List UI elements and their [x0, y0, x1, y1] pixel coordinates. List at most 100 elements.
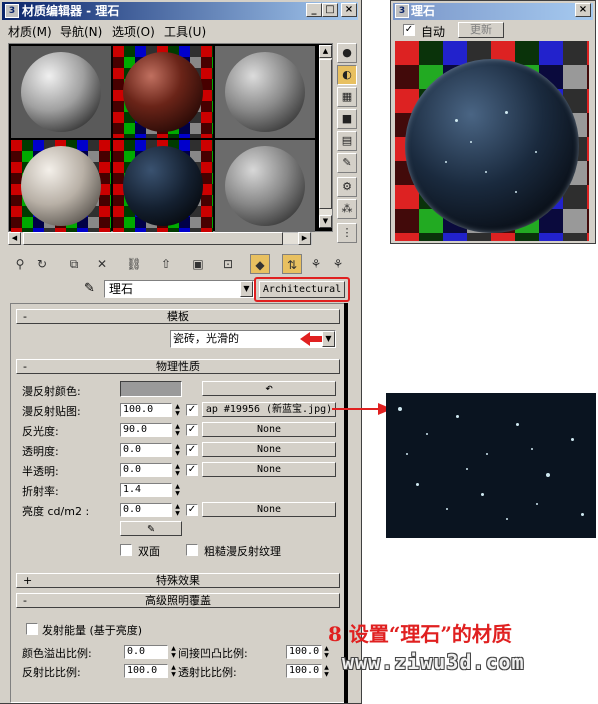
- diffuse-map-amount[interactable]: 100.0: [120, 403, 172, 417]
- maximize-button[interactable]: □: [322, 3, 338, 17]
- scroll-left-icon[interactable]: ◀: [8, 232, 21, 245]
- scroll-up-icon[interactable]: ▲: [319, 45, 332, 58]
- menu-utilities[interactable]: 工具(U): [164, 23, 206, 40]
- emit-energy-checkbox[interactable]: [26, 623, 38, 635]
- scroll-right-icon[interactable]: ▶: [298, 232, 311, 245]
- translucency-map-button[interactable]: None: [202, 462, 336, 477]
- color-bleed-amount[interactable]: 0.0: [124, 645, 168, 659]
- spinner-icon[interactable]: ▲ ▼: [169, 645, 178, 659]
- video-color-check-icon[interactable]: ▤: [337, 131, 357, 151]
- rough-diffuse-checkbox[interactable]: [186, 544, 198, 556]
- material-name-input[interactable]: 理石: [104, 280, 256, 298]
- slots-vertical-scrollbar[interactable]: ▲ ▼: [319, 45, 332, 228]
- spinner-icon[interactable]: ▲ ▼: [173, 463, 182, 477]
- two-sided-checkbox[interactable]: [120, 544, 132, 556]
- sample-slot-3[interactable]: [215, 46, 315, 138]
- sparkle: [446, 508, 448, 510]
- auto-update-label: 自动: [421, 25, 446, 39]
- put-to-library-icon[interactable]: ⇧: [156, 254, 176, 274]
- material-type-button[interactable]: Architectural: [254, 277, 350, 302]
- luminance-checkbox[interactable]: ✓: [186, 504, 198, 516]
- transmittance-amount[interactable]: 100.0: [286, 664, 322, 678]
- make-unique-icon[interactable]: ⛓: [124, 254, 144, 274]
- spinner-icon[interactable]: ▲ ▼: [173, 483, 182, 497]
- transparency-checkbox[interactable]: ✓: [186, 444, 198, 456]
- reflectance-amount[interactable]: 100.0: [124, 664, 168, 678]
- luminance-amount[interactable]: 0.0: [120, 503, 172, 517]
- spinner-icon[interactable]: ▲ ▼: [173, 403, 182, 417]
- material-map-navigator-icon[interactable]: ⋮: [337, 223, 357, 243]
- put-to-scene-icon[interactable]: ↻: [32, 254, 52, 274]
- material-toolbar: ⚲ ↻ ⧉ ✕ ⛓ ⇧ ▣ ⊡ ◆ ⇅ ⚘ ⚘: [8, 252, 354, 276]
- scroll-thumb[interactable]: [319, 59, 332, 209]
- editor-titlebar[interactable]: 3 材质编辑器 - 理石: [2, 2, 358, 20]
- transparency-map-button[interactable]: None: [202, 442, 336, 457]
- sample-slot-1[interactable]: [11, 46, 111, 138]
- set-color-to-texture-button[interactable]: ↶: [202, 381, 336, 396]
- go-to-parent-icon[interactable]: ⇅: [282, 254, 302, 274]
- menu-navigation[interactable]: 导航(N): [60, 23, 102, 40]
- rollout-advanced-lighting[interactable]: - 高级照明覆盖: [16, 593, 340, 608]
- sparkle: [535, 151, 537, 153]
- close-button[interactable]: ×: [341, 3, 357, 17]
- backlight-icon[interactable]: ◐: [337, 65, 357, 85]
- shininess-map-button[interactable]: None: [202, 422, 336, 437]
- make-preview-icon[interactable]: ✎: [337, 153, 357, 173]
- slots-horizontal-scrollbar[interactable]: ◀ ▶: [8, 232, 312, 245]
- menu-options[interactable]: 选项(O): [112, 23, 155, 40]
- spinner-icon[interactable]: ▲ ▼: [173, 443, 182, 457]
- select-by-material-icon[interactable]: ⁂: [337, 199, 357, 219]
- reset-map-icon[interactable]: ✕: [92, 254, 112, 274]
- translucency-checkbox[interactable]: ✓: [186, 464, 198, 476]
- scroll-thumb-h[interactable]: [23, 232, 283, 245]
- background-checker-icon[interactable]: ▦: [337, 87, 357, 107]
- show-end-result-icon[interactable]: ◆: [250, 254, 270, 274]
- eyedropper-icon[interactable]: ✎: [84, 281, 95, 296]
- sample-slot-6[interactable]: [215, 140, 315, 232]
- site-watermark: www.ziwu3d.com: [342, 650, 525, 674]
- rollout-special-effects[interactable]: + 特殊效果: [16, 573, 340, 588]
- scroll-down-icon[interactable]: ▼: [319, 215, 332, 228]
- assign-material-icon[interactable]: ⧉: [64, 254, 84, 274]
- sample-type-icon[interactable]: ●: [337, 43, 357, 63]
- sample-slot-5-selected[interactable]: [113, 140, 213, 232]
- show-map-icon[interactable]: ⊡: [218, 254, 238, 274]
- sample-slot-4[interactable]: [11, 140, 111, 232]
- options-icon[interactable]: ⚙: [337, 177, 357, 197]
- refraction-amount[interactable]: 1.4: [120, 483, 172, 497]
- luminance-map-button[interactable]: None: [202, 502, 336, 517]
- diffuse-map-button[interactable]: ap #19956 (新蓝宝.jpg): [202, 402, 336, 417]
- spinner-icon[interactable]: ▲ ▼: [322, 664, 331, 678]
- chevron-down-icon[interactable]: ▼: [322, 331, 335, 347]
- shininess-checkbox[interactable]: ✓: [186, 424, 198, 436]
- update-button[interactable]: 更新: [458, 22, 504, 38]
- auto-update-checkbox[interactable]: ✓: [403, 24, 415, 36]
- menubar: 材质(M) 导航(N) 选项(O) 工具(U): [2, 21, 358, 39]
- material-effects-channel-icon[interactable]: ▣: [188, 254, 208, 274]
- shininess-label: 反光度:: [22, 425, 59, 438]
- spinner-icon[interactable]: ▲ ▼: [173, 503, 182, 517]
- diffuse-map-checkbox[interactable]: ✓: [186, 404, 198, 416]
- pick-material-icon[interactable]: ⚘: [328, 254, 348, 274]
- rollout-template[interactable]: - 模板: [16, 309, 340, 324]
- preview-close-button[interactable]: ×: [575, 3, 591, 17]
- preview-titlebar[interactable]: 3 理石: [393, 3, 593, 20]
- indirect-bump-amount[interactable]: 100.0: [286, 645, 322, 659]
- uv-tiling-icon[interactable]: ■: [337, 109, 357, 129]
- spinner-icon[interactable]: ▲ ▼: [173, 423, 182, 437]
- get-material-icon[interactable]: ⚲: [10, 254, 30, 274]
- spinner-icon[interactable]: ▲ ▼: [169, 664, 178, 678]
- sample-slot-2[interactable]: [113, 46, 213, 138]
- minimize-button[interactable]: _: [306, 3, 322, 17]
- rollout-physical[interactable]: - 物理性质: [16, 359, 340, 374]
- diffuse-color-swatch[interactable]: [120, 381, 182, 397]
- spinner-icon[interactable]: ▲ ▼: [322, 645, 331, 659]
- menu-material[interactable]: 材质(M): [8, 23, 52, 40]
- chevron-down-icon[interactable]: ▼: [240, 281, 253, 297]
- transparency-amount[interactable]: 0.0: [120, 443, 172, 457]
- translucency-amount[interactable]: 0.0: [120, 463, 172, 477]
- shininess-amount[interactable]: 90.0: [120, 423, 172, 437]
- go-forward-sibling-icon[interactable]: ⚘: [306, 254, 326, 274]
- rollout-special-effects-title: 特殊效果: [156, 574, 200, 587]
- luminance-from-light-icon[interactable]: ✎: [120, 521, 182, 536]
